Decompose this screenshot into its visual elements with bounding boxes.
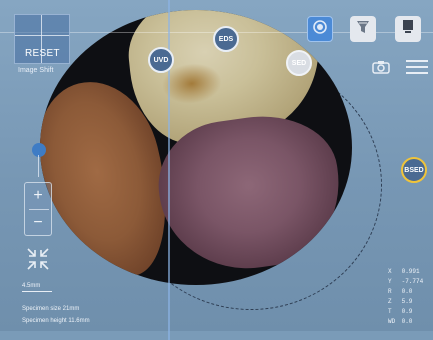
reset-button[interactable]: RESET (25, 48, 60, 59)
focus-slider-knob[interactable] (32, 143, 46, 157)
coord-axis-label: T (388, 308, 392, 315)
monitor-icon (401, 19, 415, 40)
fit-to-view-icon[interactable] (25, 246, 51, 277)
image-shift-label: Image Shift (18, 67, 54, 74)
zoom-out-button[interactable]: − (25, 210, 51, 236)
detector-sed-button[interactable]: SED (286, 50, 312, 76)
coord-row-y: Y -7.774 (388, 278, 423, 285)
coord-axis-label: WD (388, 318, 396, 325)
menu-icon-bar (406, 72, 428, 74)
camera-icon[interactable] (372, 60, 390, 79)
detector-eds-button[interactable]: EDS (213, 26, 239, 52)
detector-bsed-button[interactable]: BSED (401, 157, 427, 183)
menu-icon[interactable] (406, 60, 428, 74)
coord-row-z: Z 5.9 (388, 298, 412, 305)
detector-uvd-label: UVD (153, 56, 169, 64)
navigation-camera-view[interactable] (20, 10, 430, 330)
menu-icon-bar (406, 66, 428, 68)
coord-value: -7.774 (401, 278, 424, 285)
coord-value: 5.9 (401, 298, 413, 305)
coord-row-r: R 0.0 (388, 288, 412, 295)
detector-eds-label: EDS (218, 35, 234, 43)
coord-axis-label: R (388, 288, 392, 295)
image-shift-pad-h-line (15, 35, 69, 36)
menu-icon-bar (406, 60, 428, 62)
coord-row-x: X 0.991 (388, 268, 420, 275)
detector-sed-label: SED (291, 59, 307, 67)
coord-row-wd: WD 0.0 (388, 318, 412, 325)
scale-bar (22, 291, 52, 292)
coord-axis-label: Y (388, 278, 392, 285)
coord-value: 0.9 (401, 308, 413, 315)
zoom-in-button[interactable]: + (25, 183, 51, 209)
sem-mode-button[interactable] (350, 16, 376, 42)
zoom-control: + − (24, 182, 52, 236)
coord-value: 0.991 (401, 268, 420, 275)
coord-axis-label: Z (388, 298, 392, 305)
scale-bar-label: 4.5mm (22, 283, 41, 289)
detector-bsed-label: BSED (404, 166, 424, 174)
circle-lens-icon (313, 19, 327, 39)
specimen-size-text: Specimen size 21mm (22, 306, 80, 312)
coord-value: 0.0 (401, 288, 413, 295)
detector-uvd-button[interactable]: UVD (148, 47, 174, 73)
specimen-height-text: Specimen height 11.6mm (22, 318, 90, 324)
navcam-live-button[interactable] (307, 16, 333, 42)
device-button[interactable] (395, 16, 421, 42)
coord-row-t: T 0.9 (388, 308, 412, 315)
focus-slider-track (38, 155, 39, 177)
coord-axis-label: X (388, 268, 392, 275)
funnel-icon (355, 19, 371, 40)
coord-value: 0.0 (401, 318, 413, 325)
